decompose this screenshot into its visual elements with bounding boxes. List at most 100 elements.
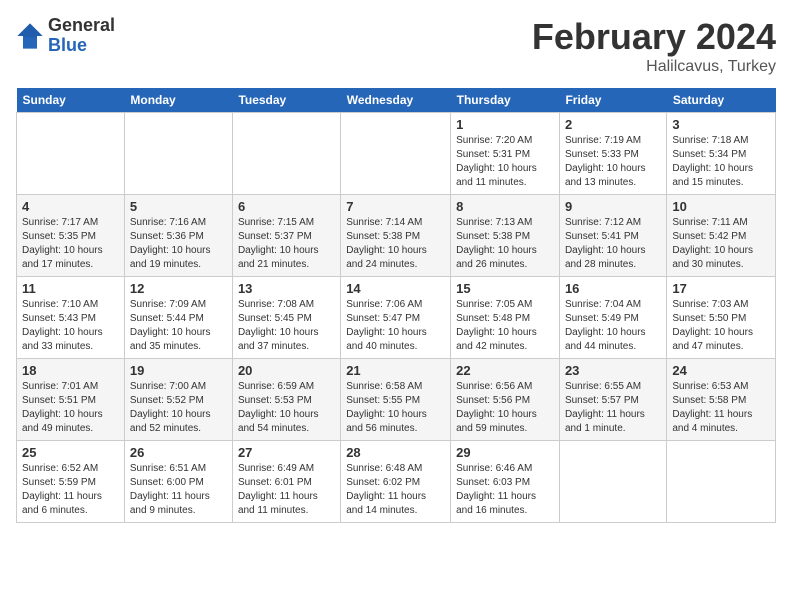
day-info: Sunrise: 6:51 AM Sunset: 6:00 PM Dayligh…: [130, 462, 227, 518]
calendar-week-row: 18Sunrise: 7:01 AM Sunset: 5:51 PM Dayli…: [17, 359, 776, 441]
calendar-week-row: 25Sunrise: 6:52 AM Sunset: 5:59 PM Dayli…: [17, 441, 776, 523]
logo-icon: [16, 22, 44, 50]
day-info: Sunrise: 6:48 AM Sunset: 6:02 PM Dayligh…: [346, 462, 445, 518]
calendar-cell: [667, 441, 776, 523]
day-number: 28: [346, 445, 445, 460]
calendar-cell: 10 Sunrise: 7:11 AM Sunset: 5:42 PM Dayli…: [667, 195, 776, 277]
day-info: Sunrise: 7:15 AM Sunset: 5:37 PM Dayligh…: [238, 216, 335, 272]
calendar-cell: 21Sunrise: 6:58 AM Sunset: 5:55 PM Dayli…: [341, 359, 451, 441]
day-number: 25: [22, 445, 119, 460]
day-number: 16: [565, 281, 661, 296]
day-info: Sunrise: 6:46 AM Sunset: 6:03 PM Dayligh…: [456, 462, 554, 518]
day-number: 10: [672, 199, 770, 214]
calendar-cell: 24 Sunrise: 6:53 AM Sunset: 5:58 PM Dayli…: [667, 359, 776, 441]
calendar-cell: 8 Sunrise: 7:13 AM Sunset: 5:38 PM Daylig…: [451, 195, 560, 277]
calendar-week-row: 11 Sunrise: 7:10 AM Sunset: 5:43 PM Dayli…: [17, 277, 776, 359]
calendar-cell: 19 Sunrise: 7:00 AM Sunset: 5:52 PM Dayli…: [124, 359, 232, 441]
logo-blue: Blue: [48, 36, 115, 56]
day-number: 13: [238, 281, 335, 296]
day-info: Sunrise: 7:16 AM Sunset: 5:36 PM Dayligh…: [130, 216, 227, 272]
calendar-cell: 14 Sunrise: 7:06 AM Sunset: 5:47 PM Dayli…: [341, 277, 451, 359]
day-info: Sunrise: 7:06 AM Sunset: 5:47 PM Dayligh…: [346, 298, 445, 354]
logo-general: General: [48, 16, 115, 36]
day-info: Sunrise: 6:53 AM Sunset: 5:58 PM Dayligh…: [672, 380, 770, 436]
calendar-cell: 26 Sunrise: 6:51 AM Sunset: 6:00 PM Dayli…: [124, 441, 232, 523]
day-number: 6: [238, 199, 335, 214]
weekday-header-saturday: Saturday: [667, 88, 776, 113]
day-number: 1: [456, 117, 554, 132]
day-number: 12: [130, 281, 227, 296]
calendar-cell: 13Sunrise: 7:08 AM Sunset: 5:45 PM Dayli…: [232, 277, 340, 359]
day-number: 14: [346, 281, 445, 296]
calendar-cell: 3 Sunrise: 7:18 AM Sunset: 5:34 PM Daylig…: [667, 113, 776, 195]
day-number: 15: [456, 281, 554, 296]
weekday-header-row: SundayMondayTuesdayWednesdayThursdayFrid…: [17, 88, 776, 113]
calendar-cell: 16 Sunrise: 7:04 AM Sunset: 5:49 PM Dayli…: [559, 277, 666, 359]
day-info: Sunrise: 6:56 AM Sunset: 5:56 PM Dayligh…: [456, 380, 554, 436]
calendar-cell: [341, 113, 451, 195]
day-info: Sunrise: 7:05 AM Sunset: 5:48 PM Dayligh…: [456, 298, 554, 354]
day-number: 2: [565, 117, 661, 132]
calendar-cell: [17, 113, 125, 195]
day-info: Sunrise: 7:03 AM Sunset: 5:50 PM Dayligh…: [672, 298, 770, 354]
day-info: Sunrise: 7:20 AM Sunset: 5:31 PM Dayligh…: [456, 134, 554, 190]
day-info: Sunrise: 7:01 AM Sunset: 5:51 PM Dayligh…: [22, 380, 119, 436]
calendar-cell: 18Sunrise: 7:01 AM Sunset: 5:51 PM Dayli…: [17, 359, 125, 441]
calendar-cell: 20 Sunrise: 6:59 AM Sunset: 5:53 PM Dayli…: [232, 359, 340, 441]
weekday-header-monday: Monday: [124, 88, 232, 113]
calendar-cell: 28 Sunrise: 6:48 AM Sunset: 6:02 PM Dayli…: [341, 441, 451, 523]
day-number: 26: [130, 445, 227, 460]
calendar-cell: 1 Sunrise: 7:20 AM Sunset: 5:31 PM Daylig…: [451, 113, 560, 195]
calendar-cell: 4 Sunrise: 7:17 AM Sunset: 5:35 PM Daylig…: [17, 195, 125, 277]
day-info: Sunrise: 7:11 AM Sunset: 5:42 PM Dayligh…: [672, 216, 770, 272]
day-info: Sunrise: 7:18 AM Sunset: 5:34 PM Dayligh…: [672, 134, 770, 190]
calendar-table: SundayMondayTuesdayWednesdayThursdayFrid…: [16, 88, 776, 523]
day-number: 20: [238, 363, 335, 378]
weekday-header-wednesday: Wednesday: [341, 88, 451, 113]
logo-text: General Blue: [48, 16, 115, 56]
day-number: 27: [238, 445, 335, 460]
day-info: Sunrise: 7:13 AM Sunset: 5:38 PM Dayligh…: [456, 216, 554, 272]
day-number: 22: [456, 363, 554, 378]
day-info: Sunrise: 7:17 AM Sunset: 5:35 PM Dayligh…: [22, 216, 119, 272]
calendar-cell: 27 Sunrise: 6:49 AM Sunset: 6:01 PM Dayli…: [232, 441, 340, 523]
weekday-header-tuesday: Tuesday: [232, 88, 340, 113]
calendar-cell: 29 Sunrise: 6:46 AM Sunset: 6:03 PM Dayli…: [451, 441, 560, 523]
day-info: Sunrise: 7:04 AM Sunset: 5:49 PM Dayligh…: [565, 298, 661, 354]
day-number: 11: [22, 281, 119, 296]
weekday-header-sunday: Sunday: [17, 88, 125, 113]
day-number: 8: [456, 199, 554, 214]
day-info: Sunrise: 7:09 AM Sunset: 5:44 PM Dayligh…: [130, 298, 227, 354]
day-info: Sunrise: 6:55 AM Sunset: 5:57 PM Dayligh…: [565, 380, 661, 436]
calendar-week-row: 4 Sunrise: 7:17 AM Sunset: 5:35 PM Daylig…: [17, 195, 776, 277]
day-number: 3: [672, 117, 770, 132]
day-number: 19: [130, 363, 227, 378]
calendar-cell: 9Sunrise: 7:12 AM Sunset: 5:41 PM Daylig…: [559, 195, 666, 277]
day-number: 29: [456, 445, 554, 460]
calendar-cell: [232, 113, 340, 195]
day-number: 24: [672, 363, 770, 378]
calendar-cell: 12 Sunrise: 7:09 AM Sunset: 5:44 PM Dayli…: [124, 277, 232, 359]
day-number: 23: [565, 363, 661, 378]
calendar-cell: 11 Sunrise: 7:10 AM Sunset: 5:43 PM Dayli…: [17, 277, 125, 359]
calendar-week-row: 1 Sunrise: 7:20 AM Sunset: 5:31 PM Daylig…: [17, 113, 776, 195]
day-info: Sunrise: 7:14 AM Sunset: 5:38 PM Dayligh…: [346, 216, 445, 272]
day-info: Sunrise: 7:19 AM Sunset: 5:33 PM Dayligh…: [565, 134, 661, 190]
calendar-cell: 2 Sunrise: 7:19 AM Sunset: 5:33 PM Daylig…: [559, 113, 666, 195]
calendar-cell: 22 Sunrise: 6:56 AM Sunset: 5:56 PM Dayli…: [451, 359, 560, 441]
calendar-cell: 23 Sunrise: 6:55 AM Sunset: 5:57 PM Dayli…: [559, 359, 666, 441]
page-header: General Blue February 2024 Halilcavus, T…: [16, 16, 776, 76]
weekday-header-friday: Friday: [559, 88, 666, 113]
day-info: Sunrise: 6:58 AM Sunset: 5:55 PM Dayligh…: [346, 380, 445, 436]
day-info: Sunrise: 7:00 AM Sunset: 5:52 PM Dayligh…: [130, 380, 227, 436]
day-info: Sunrise: 6:59 AM Sunset: 5:53 PM Dayligh…: [238, 380, 335, 436]
calendar-cell: [559, 441, 666, 523]
day-number: 7: [346, 199, 445, 214]
day-info: Sunrise: 7:10 AM Sunset: 5:43 PM Dayligh…: [22, 298, 119, 354]
month-title: February 2024: [532, 16, 776, 58]
weekday-header-thursday: Thursday: [451, 88, 560, 113]
logo: General Blue: [16, 16, 115, 56]
day-info: Sunrise: 6:49 AM Sunset: 6:01 PM Dayligh…: [238, 462, 335, 518]
day-number: 4: [22, 199, 119, 214]
calendar-cell: [124, 113, 232, 195]
